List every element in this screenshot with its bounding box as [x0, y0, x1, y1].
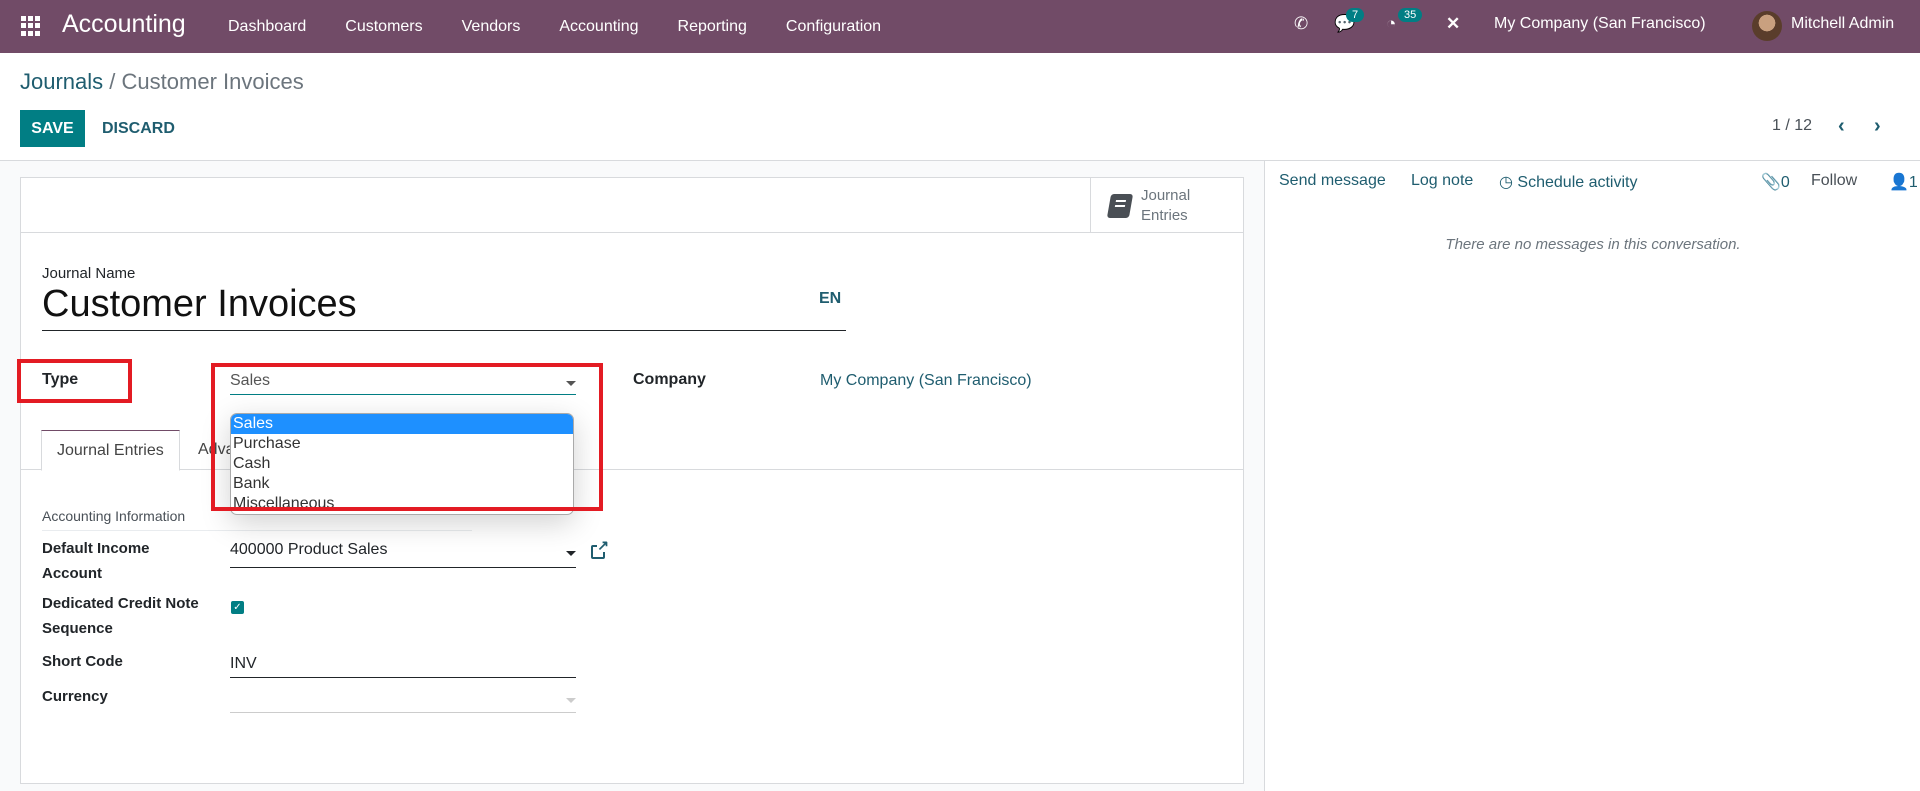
- menu-vendors[interactable]: Vendors: [462, 18, 521, 36]
- menu-customers[interactable]: Customers: [345, 18, 422, 36]
- attachments-count: 0: [1780, 174, 1790, 191]
- breadcrumb-separator: /: [109, 69, 116, 94]
- company-link[interactable]: My Company (San Francisco): [820, 372, 1032, 390]
- language-button[interactable]: EN: [819, 290, 841, 308]
- paperclip-icon: 📎: [1761, 174, 1781, 191]
- user-menu[interactable]: Mitchell Admin: [1791, 15, 1894, 33]
- discard-button[interactable]: DISCARD: [92, 110, 185, 147]
- debug-tools-icon[interactable]: ✕: [1446, 14, 1460, 34]
- button-box: Journal Entries: [21, 178, 1243, 233]
- app-name[interactable]: Accounting: [62, 10, 186, 39]
- form-sheet: Journal Entries Journal Name Customer In…: [17, 177, 1244, 784]
- journal-entries-smart-button[interactable]: Journal Entries: [1090, 178, 1243, 233]
- form-area: Journal Entries Journal Name Customer In…: [0, 161, 1264, 791]
- journal-name-label: Journal Name: [42, 265, 136, 282]
- chatter-panel: Send message Log note ◷ Schedule activit…: [1264, 161, 1920, 791]
- messages-icon[interactable]: 💬 7: [1334, 8, 1365, 34]
- breadcrumb-journals[interactable]: Journals: [20, 69, 103, 94]
- default-income-underline: [230, 567, 576, 568]
- follow-button[interactable]: Follow: [1811, 172, 1857, 190]
- breadcrumb-current: Customer Invoices: [121, 69, 304, 94]
- clock-icon: ◷: [1499, 174, 1513, 191]
- type-select-highlight: [211, 363, 603, 511]
- credit-note-label: Dedicated Credit Note: [42, 595, 199, 612]
- log-note-button[interactable]: Log note: [1411, 172, 1473, 190]
- book-icon: [1106, 193, 1134, 218]
- send-message-button[interactable]: Send message: [1279, 172, 1386, 190]
- followers-button[interactable]: 👤1: [1889, 172, 1918, 192]
- smart-button-line2: Entries: [1141, 206, 1188, 224]
- currency-underline: [230, 712, 576, 713]
- menu-configuration[interactable]: Configuration: [786, 18, 881, 36]
- company-switcher[interactable]: My Company (San Francisco): [1494, 15, 1706, 33]
- menu-dashboard[interactable]: Dashboard: [228, 18, 306, 36]
- type-label-highlight: [17, 359, 132, 403]
- menu-reporting[interactable]: Reporting: [678, 18, 747, 36]
- pager-value[interactable]: 1 / 12: [1772, 117, 1812, 135]
- currency-label: Currency: [42, 688, 108, 705]
- control-panel: Journals / Customer Invoices SAVE DISCAR…: [0, 53, 1920, 161]
- attachments-button[interactable]: 📎0: [1761, 172, 1790, 192]
- activities-icon[interactable]: ◔ 35: [1386, 8, 1423, 34]
- breadcrumb: Journals / Customer Invoices: [20, 69, 304, 95]
- default-income-label: Default Income: [42, 540, 150, 557]
- credit-note-checkbox[interactable]: ✓: [231, 601, 244, 614]
- schedule-activity-button[interactable]: ◷ Schedule activity: [1499, 172, 1637, 192]
- short-code-underline: [230, 677, 576, 678]
- user-avatar[interactable]: [1752, 11, 1782, 41]
- short-code-input[interactable]: INV: [230, 655, 257, 673]
- credit-note-label-2: Sequence: [42, 620, 113, 637]
- top-navbar: Accounting Dashboard Customers Vendors A…: [0, 0, 1920, 53]
- company-label: Company: [633, 371, 706, 388]
- notebook-tabs: Journal Entries Adva: [21, 430, 1243, 471]
- app-menu-grid-icon[interactable]: [21, 16, 41, 36]
- user-icon: 👤: [1889, 174, 1909, 191]
- main-menu: Dashboard Customers Vendors Accounting R…: [228, 0, 920, 53]
- currency-caret-icon[interactable]: [566, 698, 576, 703]
- journal-name-input[interactable]: Customer Invoices: [42, 283, 846, 331]
- tab-journal-entries[interactable]: Journal Entries: [41, 430, 180, 471]
- menu-accounting[interactable]: Accounting: [559, 18, 638, 36]
- default-income-account-select[interactable]: 400000 Product Sales: [230, 541, 387, 559]
- short-code-label: Short Code: [42, 653, 123, 670]
- save-button[interactable]: SAVE: [20, 110, 85, 147]
- messages-badge: 7: [1346, 8, 1365, 22]
- pager-previous-icon[interactable]: ‹: [1838, 115, 1845, 138]
- empty-conversation-text: There are no messages in this conversati…: [1445, 236, 1741, 253]
- smart-button-line1: Journal: [1141, 186, 1191, 204]
- phone-icon[interactable]: ✆: [1294, 14, 1308, 34]
- pager-next-icon[interactable]: ›: [1874, 115, 1881, 138]
- followers-count: 1: [1908, 174, 1918, 191]
- external-link-icon[interactable]: [591, 538, 610, 559]
- default-income-caret-icon[interactable]: [566, 551, 576, 556]
- activities-badge: 35: [1398, 8, 1423, 22]
- schedule-activity-label: Schedule activity: [1517, 174, 1638, 191]
- default-income-label-2: Account: [42, 565, 102, 582]
